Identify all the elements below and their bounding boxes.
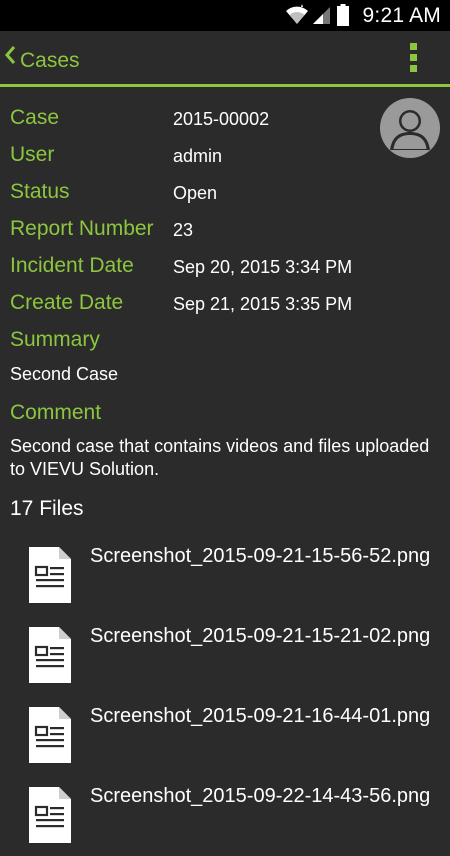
comment-text: Second case that contains videos and fil… <box>10 436 430 479</box>
create-date-value: Sep 21, 2015 3:35 PM <box>173 294 353 314</box>
file-list-item[interactable]: Screenshot_2015-09-22-14-43-56.png <box>0 784 450 856</box>
create-date-label: Create Date <box>10 291 124 314</box>
document-icon <box>29 707 71 763</box>
case-value: 2015-00002 <box>173 109 270 129</box>
status-row: Status Open <box>10 180 440 212</box>
comment-label: Comment <box>10 401 102 424</box>
signal-icon <box>313 7 330 24</box>
summary-text: Second Case <box>10 364 119 384</box>
battery-icon <box>337 4 349 26</box>
user-label: User <box>10 143 55 166</box>
document-icon <box>29 787 71 843</box>
chevron-left-icon[interactable] <box>4 45 16 65</box>
status-value: Open <box>173 183 218 203</box>
report-number-label: Report Number <box>10 217 154 240</box>
file-list-item[interactable]: Screenshot_2015-09-21-15-21-02.png <box>0 624 450 696</box>
back-to-cases-button[interactable]: Cases <box>20 49 80 73</box>
file-name: Screenshot_2015-09-21-15-21-02.png <box>90 625 431 647</box>
document-icon <box>29 547 71 603</box>
status-bar: 9:21 AM <box>0 0 450 31</box>
status-label: Status <box>10 180 70 203</box>
file-list-item[interactable]: Screenshot_2015-09-21-16-44-01.png <box>0 704 450 776</box>
incident-date-row: Incident Date Sep 20, 2015 3:34 PM <box>10 254 440 286</box>
user-row: User admin <box>10 143 440 175</box>
case-label: Case <box>10 106 60 129</box>
file-list-item[interactable]: Screenshot_2015-09-21-15-56-52.png <box>0 544 450 616</box>
file-name: Screenshot_2015-09-22-14-43-56.png <box>90 785 431 807</box>
status-time: 9:21 AM <box>362 4 441 27</box>
create-date-row: Create Date Sep 21, 2015 3:35 PM <box>10 291 440 323</box>
incident-date-value: Sep 20, 2015 3:34 PM <box>173 257 353 277</box>
files-count: 17 Files <box>10 497 84 520</box>
report-number-row: Report Number 23 <box>10 217 440 249</box>
incident-date-label: Incident Date <box>10 254 134 277</box>
file-name: Screenshot_2015-09-21-15-56-52.png <box>90 545 431 567</box>
user-value: admin <box>173 146 223 166</box>
wifi-icon <box>286 4 308 24</box>
report-number-value: 23 <box>173 220 194 240</box>
case-row: Case 2015-00002 <box>10 106 440 138</box>
document-icon <box>29 627 71 683</box>
file-name: Screenshot_2015-09-21-16-44-01.png <box>90 705 431 727</box>
overflow-menu-icon[interactable] <box>409 43 419 77</box>
action-bar: Cases <box>0 31 450 87</box>
summary-label: Summary <box>10 328 100 351</box>
